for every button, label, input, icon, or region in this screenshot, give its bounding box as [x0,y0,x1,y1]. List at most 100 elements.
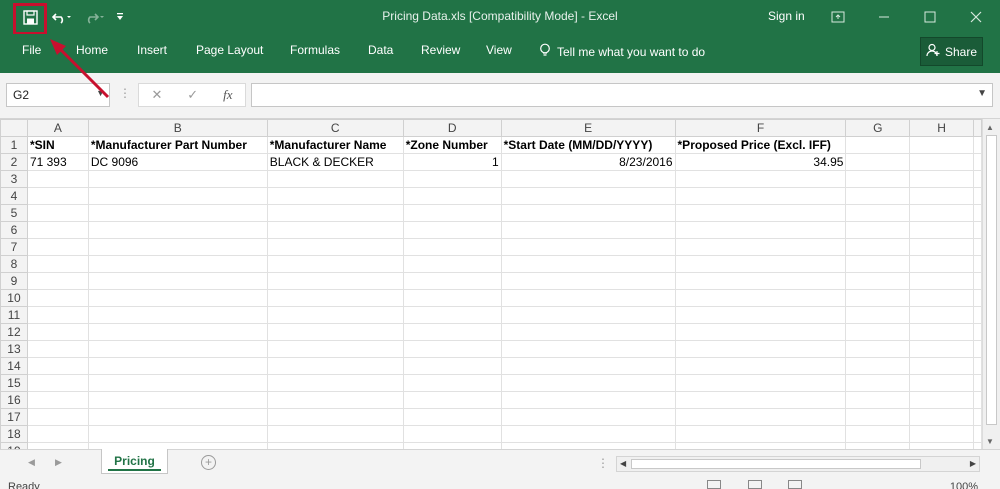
cell[interactable] [500,289,676,307]
cell[interactable] [500,391,676,409]
scroll-left-icon[interactable]: ◀ [620,459,626,468]
cell[interactable] [972,187,982,205]
cell[interactable] [674,408,847,426]
cell[interactable] [674,374,847,392]
tab-formulas[interactable]: Formulas [290,43,340,57]
cell[interactable] [500,374,676,392]
row-header[interactable]: 3 [0,170,28,188]
cell[interactable] [87,255,268,273]
cell[interactable] [26,170,89,188]
row-header[interactable]: 14 [0,357,28,375]
cell[interactable] [26,289,89,307]
page-break-view-icon[interactable] [788,480,802,489]
cell[interactable] [845,272,911,290]
cell[interactable] [972,340,982,358]
cell[interactable] [26,255,89,273]
cell[interactable] [402,255,502,273]
cell[interactable] [87,306,268,324]
scroll-down-icon[interactable]: ▼ [986,437,994,446]
cell[interactable] [87,170,268,188]
cell[interactable] [87,272,268,290]
cell[interactable] [845,221,911,239]
chevron-down-icon[interactable]: ▼ [96,88,105,98]
sign-in-link[interactable]: Sign in [768,9,805,23]
row-header[interactable]: 11 [0,306,28,324]
cell[interactable] [972,323,982,341]
cell[interactable] [909,289,974,307]
cell[interactable]: 1 [402,153,502,171]
row-header[interactable]: 5 [0,204,28,222]
cell[interactable]: DC 9096 [87,153,268,171]
cell[interactable] [500,204,676,222]
cell[interactable] [909,255,974,273]
cell[interactable] [845,323,911,341]
cell[interactable] [674,221,847,239]
cell[interactable] [909,136,974,154]
scroll-up-icon[interactable]: ▲ [986,123,994,132]
cell[interactable] [972,289,982,307]
cell[interactable] [500,255,676,273]
tab-review[interactable]: Review [421,43,460,57]
column-header[interactable]: F [674,119,847,137]
page-layout-view-icon[interactable] [748,480,762,489]
cell[interactable] [972,136,982,154]
cell[interactable] [402,357,502,375]
cell[interactable] [972,255,982,273]
cell[interactable] [972,170,982,188]
cell[interactable] [909,221,974,239]
cell[interactable] [26,187,89,205]
cell[interactable] [26,408,89,426]
cell[interactable] [972,357,982,375]
row-header[interactable]: 9 [0,272,28,290]
cell[interactable] [266,374,404,392]
cell[interactable] [845,170,911,188]
row-header[interactable]: 18 [0,425,28,443]
cell[interactable] [500,408,676,426]
cell[interactable] [909,187,974,205]
cell[interactable] [909,238,974,256]
row-header[interactable]: 16 [0,391,28,409]
share-button[interactable]: Share [920,37,983,66]
cell[interactable] [266,170,404,188]
cell[interactable] [87,408,268,426]
cancel-icon[interactable]: ✕ [151,87,162,103]
cell[interactable] [674,272,847,290]
cell[interactable] [500,187,676,205]
cell[interactable] [402,306,502,324]
horizontal-scroll-thumb[interactable] [631,459,921,469]
cell[interactable]: *Manufacturer Name [266,136,404,154]
cell[interactable] [402,340,502,358]
cell[interactable] [87,323,268,341]
cell[interactable] [26,323,89,341]
tab-page-layout[interactable]: Page Layout [196,43,263,57]
scroll-right-icon[interactable]: ▶ [970,459,976,468]
row-header[interactable]: 10 [0,289,28,307]
zoom-level[interactable]: 100% [950,481,978,489]
cell[interactable] [402,323,502,341]
cell[interactable] [909,340,974,358]
column-header[interactable]: E [500,119,676,137]
row-header[interactable]: 15 [0,374,28,392]
cell[interactable] [26,425,89,443]
cell[interactable] [972,408,982,426]
expand-formula-bar-icon[interactable]: ▼ [977,88,987,99]
cell[interactable] [402,170,502,188]
cell[interactable] [26,357,89,375]
cell[interactable] [26,391,89,409]
maximize-icon[interactable] [918,6,942,28]
insert-function-icon[interactable]: fx [223,87,232,103]
cell[interactable] [909,153,974,171]
cell[interactable] [845,306,911,324]
cell[interactable] [845,357,911,375]
cell[interactable] [26,306,89,324]
cell[interactable] [845,238,911,256]
cell[interactable] [26,238,89,256]
cell[interactable] [500,221,676,239]
cell[interactable]: 8/23/2016 [500,153,676,171]
cell[interactable] [266,289,404,307]
cell[interactable] [845,136,911,154]
cell[interactable] [972,204,982,222]
cell[interactable] [674,425,847,443]
name-box[interactable]: G2 ▼ [6,83,110,107]
cell[interactable] [845,255,911,273]
